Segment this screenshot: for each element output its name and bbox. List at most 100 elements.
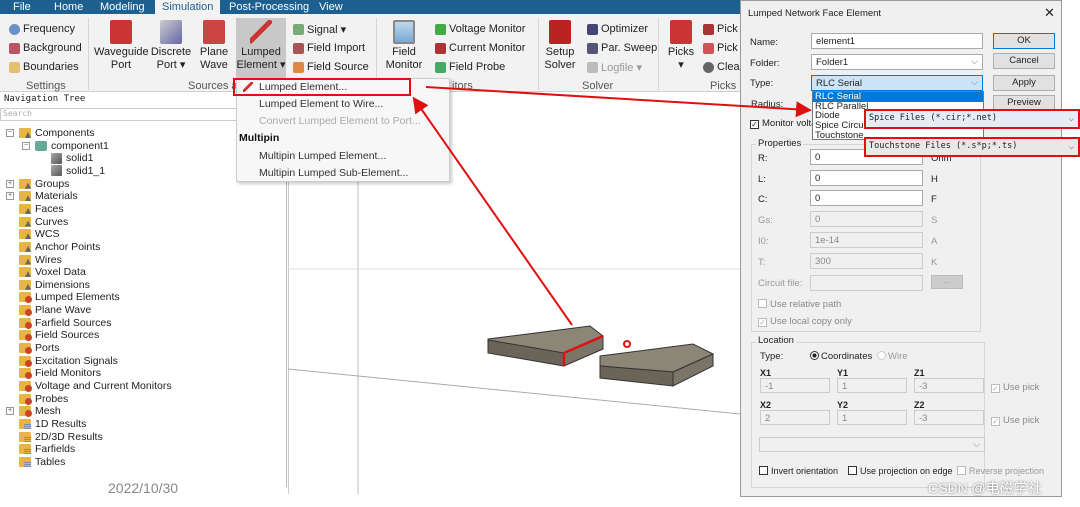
monitor-voltage-checkbox[interactable]: ✓ Monitor volta [750, 118, 816, 129]
tree-item[interactable]: Field Sources [19, 329, 99, 342]
tree-item[interactable]: solid1 [51, 152, 93, 164]
tree-item[interactable]: Voxel Data [19, 266, 86, 278]
collapse-icon[interactable]: − [22, 141, 30, 150]
menu-item-multipin-sub-element[interactable]: Multipin Lumped Sub-Element... [259, 167, 408, 179]
expand-icon[interactable]: + [6, 407, 14, 416]
gs-input[interactable]: 0 [810, 211, 923, 227]
tree-item[interactable]: Farfield Sources [19, 317, 111, 329]
current-monitor-button[interactable]: Current Monitor [435, 42, 525, 54]
current-monitor-icon [435, 42, 446, 54]
discrete-port-button[interactable]: Discrete Port ▾ [150, 20, 192, 72]
tab-view[interactable]: View [312, 0, 350, 14]
location-select[interactable]: ⌵ [759, 437, 985, 452]
expand-icon[interactable]: + [6, 179, 14, 188]
apply-button[interactable]: Apply [993, 75, 1055, 91]
tree-item[interactable]: Field Monitors [19, 367, 101, 380]
optimizer-button[interactable]: Optimizer [587, 23, 648, 35]
pick-point-button[interactable]: Pick [703, 23, 738, 35]
pick-edge-button[interactable]: Pick [703, 42, 738, 54]
picks-button[interactable]: Picks ▾ [664, 20, 698, 72]
tree-item[interactable]: Tables [19, 456, 65, 468]
coordinates-radio[interactable]: Coordinates [810, 351, 872, 362]
tree-item[interactable]: 2D/3D Results [19, 431, 103, 443]
tree-item[interactable]: Farfields [19, 443, 75, 455]
i0-input[interactable]: 1e-14 [810, 232, 923, 248]
browse-button[interactable]: ... [931, 275, 963, 289]
plane-wave-button[interactable]: Plane Wave [196, 20, 232, 72]
tree-item[interactable]: Excitation Signals [19, 355, 118, 367]
close-icon[interactable]: ✕ [1044, 5, 1055, 21]
tree-item[interactable]: solid1_1 [51, 165, 105, 177]
field-monitor-button[interactable]: Field Monitor [382, 20, 426, 72]
clear-picks-button[interactable]: Clea [703, 61, 740, 73]
reverse-projection-checkbox[interactable]: Reverse projection [957, 466, 1044, 476]
y1-input[interactable]: 1 [837, 378, 907, 393]
x1-input[interactable]: -1 [760, 378, 830, 393]
tab-post-processing[interactable]: Post-Processing [222, 0, 316, 14]
field-source-button[interactable]: Field Source [293, 61, 369, 73]
tree-item[interactable]: Wires [19, 254, 62, 266]
type-select[interactable]: RLC Serial ⌵ [811, 75, 983, 91]
tree-item[interactable]: Groups [19, 178, 69, 190]
voltage-monitor-button[interactable]: Voltage Monitor [435, 23, 525, 35]
name-input[interactable]: element1 [811, 33, 983, 49]
tab-file[interactable]: File [6, 0, 38, 14]
tree-item[interactable]: 1D Results [19, 418, 86, 430]
z2-input[interactable]: -3 [914, 410, 984, 425]
t-input[interactable]: 300 [810, 253, 923, 269]
menu-item-multipin-lumped-element[interactable]: Multipin Lumped Element... [259, 150, 386, 162]
group-label-sources: Sources a [188, 80, 238, 92]
frequency-button[interactable]: Frequency [9, 23, 75, 35]
tree-item[interactable]: Ports [19, 342, 60, 355]
use-local-copy-checkbox[interactable]: ✓ Use local copy only [758, 316, 852, 327]
field-probe-button[interactable]: Field Probe [435, 61, 505, 73]
y2-input[interactable]: 1 [837, 410, 907, 425]
use-pick-checkbox[interactable]: ✓ Use pick [991, 415, 1039, 426]
tree-item[interactable]: WCS [19, 228, 60, 240]
folder-select[interactable]: Folder1 ⌵ [811, 54, 983, 70]
menu-item-lumped-element[interactable]: Lumped Element... [259, 81, 347, 93]
field-import-button[interactable]: Field Import [293, 42, 365, 54]
lumped-element-button[interactable]: Lumped Element ▾ [236, 18, 286, 78]
use-pick-checkbox[interactable]: ✓ Use pick [991, 382, 1039, 393]
use-projection-checkbox[interactable]: Use projection on edge [848, 466, 953, 476]
setup-solver-button[interactable]: Setup Solver [542, 20, 578, 72]
tree-item[interactable]: Dimensions [19, 279, 90, 291]
circuit-file-input[interactable] [810, 275, 923, 291]
par-sweep-button[interactable]: Par. Sweep [587, 42, 657, 54]
waveguide-port-button[interactable]: Waveguide Port [94, 20, 149, 72]
z1-input[interactable]: -3 [914, 378, 984, 393]
menu-item-convert-to-port[interactable]: Convert Lumped Element to Port... [259, 115, 421, 127]
tab-home[interactable]: Home [47, 0, 90, 14]
expand-icon[interactable]: + [6, 192, 14, 201]
tree-item[interactable]: Components [19, 127, 95, 139]
tab-simulation[interactable]: Simulation [155, 0, 221, 14]
ok-button[interactable]: OK [993, 33, 1055, 49]
c-input[interactable]: 0 [810, 190, 923, 206]
collapse-icon[interactable]: − [6, 129, 14, 137]
invert-orientation-checkbox[interactable]: Invert orientation [759, 466, 838, 476]
tree-item[interactable]: Lumped Elements [19, 291, 120, 304]
tree-item[interactable]: Plane Wave [19, 304, 91, 317]
boundaries-button[interactable]: Boundaries [9, 61, 79, 73]
logfile-button[interactable]: Logfile ▾ [587, 61, 642, 74]
l-input[interactable]: 0 [810, 170, 923, 186]
signal-button[interactable]: Signal ▾ [293, 23, 346, 36]
background-button[interactable]: Background [9, 42, 82, 54]
cancel-button[interactable]: Cancel [993, 53, 1055, 69]
tree-item[interactable]: Faces [19, 203, 64, 215]
tree-item[interactable]: Mesh [19, 405, 61, 418]
tree-item[interactable]: component1 [35, 140, 109, 152]
tree-item[interactable]: Anchor Points [19, 241, 100, 253]
wire-radio[interactable]: Wire [877, 351, 908, 362]
menu-item-lumped-element-to-wire[interactable]: Lumped Element to Wire... [259, 98, 383, 110]
tree-item[interactable]: Curves [19, 216, 68, 228]
use-relative-path-checkbox[interactable]: Use relative path [758, 299, 841, 310]
x2-input[interactable]: 2 [760, 410, 830, 425]
tree-item[interactable]: Probes [19, 393, 68, 405]
setup-solver-icon [549, 20, 571, 44]
plane-wave-icon [203, 20, 225, 44]
tree-item[interactable]: Materials [19, 190, 78, 202]
tree-item[interactable]: Voltage and Current Monitors [19, 380, 172, 392]
tab-modeling[interactable]: Modeling [93, 0, 152, 14]
